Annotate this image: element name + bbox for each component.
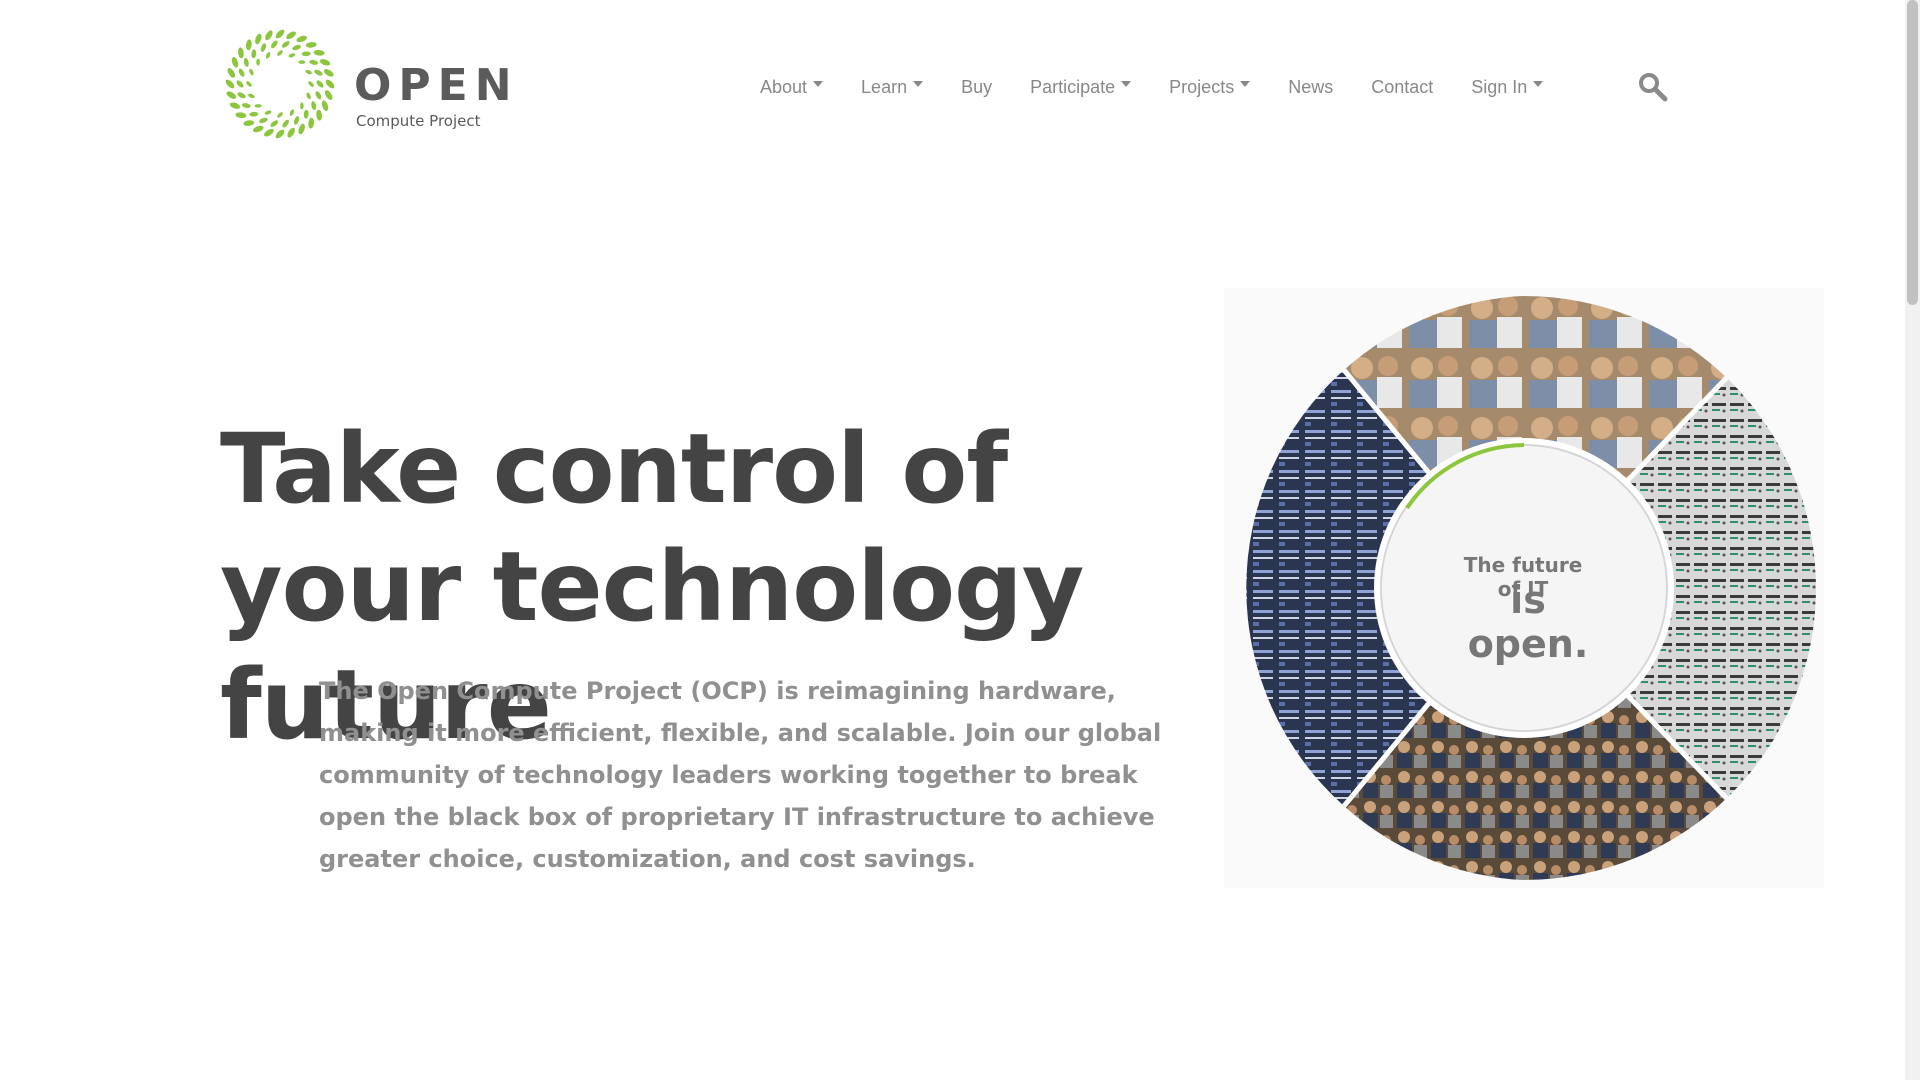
logo-leaf xyxy=(314,69,323,76)
caret-down-icon xyxy=(813,81,824,87)
logo-leaf xyxy=(225,79,235,89)
logo-leaf xyxy=(298,123,305,135)
logo-leaf xyxy=(288,53,296,58)
nav-learn-label: Learn xyxy=(861,76,908,97)
logo-leaf xyxy=(282,119,289,128)
logo-leaf xyxy=(236,80,244,88)
caret-down-icon xyxy=(913,81,924,87)
logo-leaf xyxy=(270,120,279,127)
logo-leaf xyxy=(315,91,322,100)
nav-projects-label: Projects xyxy=(1169,76,1235,97)
nav-sign-in[interactable]: Sign In xyxy=(1471,76,1544,98)
logo-leaf xyxy=(254,104,262,108)
logo-leaf xyxy=(265,30,273,41)
logo-leaf xyxy=(306,92,311,100)
logo-leaf xyxy=(289,109,295,116)
logo-leaf xyxy=(255,33,262,45)
nav-learn[interactable]: Learn xyxy=(861,76,924,98)
nav-news-label: News xyxy=(1288,76,1334,97)
logo-leaf xyxy=(264,128,274,137)
logo-leaf xyxy=(303,109,309,119)
nav-contact[interactable]: Contact xyxy=(1371,77,1433,98)
logo-leaf xyxy=(293,116,300,125)
logo-leaf xyxy=(243,120,255,126)
main-nav: About Learn Buy Participate Projects New… xyxy=(760,74,1581,100)
logo-leaf xyxy=(308,117,315,129)
logo-leaf xyxy=(313,49,325,56)
logo-leaf xyxy=(246,81,252,87)
logo-leaf xyxy=(296,35,307,43)
nav-participate-label: Participate xyxy=(1030,76,1116,97)
search-button[interactable] xyxy=(1638,72,1668,102)
logo-leaf xyxy=(286,31,296,40)
logo-leaf xyxy=(316,109,322,121)
logo-leaf xyxy=(248,93,255,99)
logo-leaf xyxy=(265,52,271,59)
nav-about[interactable]: About xyxy=(760,76,824,98)
logo-leaf xyxy=(238,47,244,59)
caret-down-icon xyxy=(1533,81,1544,87)
logo-leaf xyxy=(301,51,311,57)
logo-leaf xyxy=(324,90,333,100)
logo-leaf xyxy=(323,69,334,77)
tagline-big: is open. xyxy=(1467,578,1589,666)
logo-leaf xyxy=(305,69,312,75)
nav-projects[interactable]: Projects xyxy=(1169,76,1251,98)
logo-leaf xyxy=(260,43,267,52)
logo-leaf xyxy=(264,110,272,115)
nav-buy-label: Buy xyxy=(961,76,993,97)
logo-leaf xyxy=(251,49,257,59)
site-header: OPEN Compute Project About Learn Buy Par… xyxy=(0,0,1905,170)
logo-leaf xyxy=(292,44,301,51)
logo-leaf xyxy=(229,102,241,109)
logo-leaf xyxy=(243,57,249,67)
logo-leaf xyxy=(249,111,259,117)
hero-description: The Open Compute Project (OCP) is reimag… xyxy=(319,677,1162,873)
logo-leaf xyxy=(305,42,317,48)
logo-leaf xyxy=(277,112,283,118)
logo-subtitle: Compute Project xyxy=(356,112,481,130)
logo-leaf xyxy=(281,41,290,48)
logo-leaf xyxy=(238,68,245,77)
logo-leaf xyxy=(245,39,252,51)
logo-leaf xyxy=(227,68,236,78)
logo-leaf xyxy=(275,29,285,39)
logo-leaf xyxy=(298,60,306,64)
nav-news[interactable]: News xyxy=(1288,77,1333,98)
logo-leaf xyxy=(241,103,251,109)
nav-participate[interactable]: Participate xyxy=(1030,76,1132,98)
logo-leaf xyxy=(271,40,278,49)
logo-leaf xyxy=(325,79,335,89)
logo-leaf xyxy=(237,92,246,99)
logo-wordmark: OPEN xyxy=(354,60,519,111)
logo-leaf xyxy=(277,50,283,56)
caret-down-icon xyxy=(1121,81,1132,87)
logo-leaf xyxy=(319,59,331,66)
logo-leaf xyxy=(256,58,260,66)
logo-leaf xyxy=(316,80,324,88)
logo-ring-icon xyxy=(225,29,335,139)
nav-sign-in-label: Sign In xyxy=(1471,76,1528,97)
logo-leaf xyxy=(259,117,268,124)
logo-leaf xyxy=(300,102,304,110)
logo-leaf xyxy=(321,100,329,111)
logo-leaf xyxy=(253,125,264,133)
logo-leaf xyxy=(231,57,239,68)
logo-leaf xyxy=(311,101,317,111)
logo-leaf xyxy=(309,59,319,65)
page-scrollbar[interactable] xyxy=(1905,0,1920,1080)
nav-buy[interactable]: Buy xyxy=(961,77,992,98)
ocp-logo[interactable]: OPEN Compute Project xyxy=(222,24,512,144)
logo-leaf xyxy=(308,81,314,87)
logo-leaf xyxy=(249,68,254,76)
caret-down-icon xyxy=(1240,81,1251,87)
logo-leaf xyxy=(226,91,237,99)
search-icon xyxy=(1639,73,1668,102)
scrollbar-thumb[interactable] xyxy=(1907,0,1918,305)
logo-leaf xyxy=(275,129,285,139)
nav-about-label: About xyxy=(760,76,808,97)
logo-leaf xyxy=(287,127,295,138)
nav-contact-label: Contact xyxy=(1371,76,1434,97)
logo-leaf xyxy=(235,112,247,119)
